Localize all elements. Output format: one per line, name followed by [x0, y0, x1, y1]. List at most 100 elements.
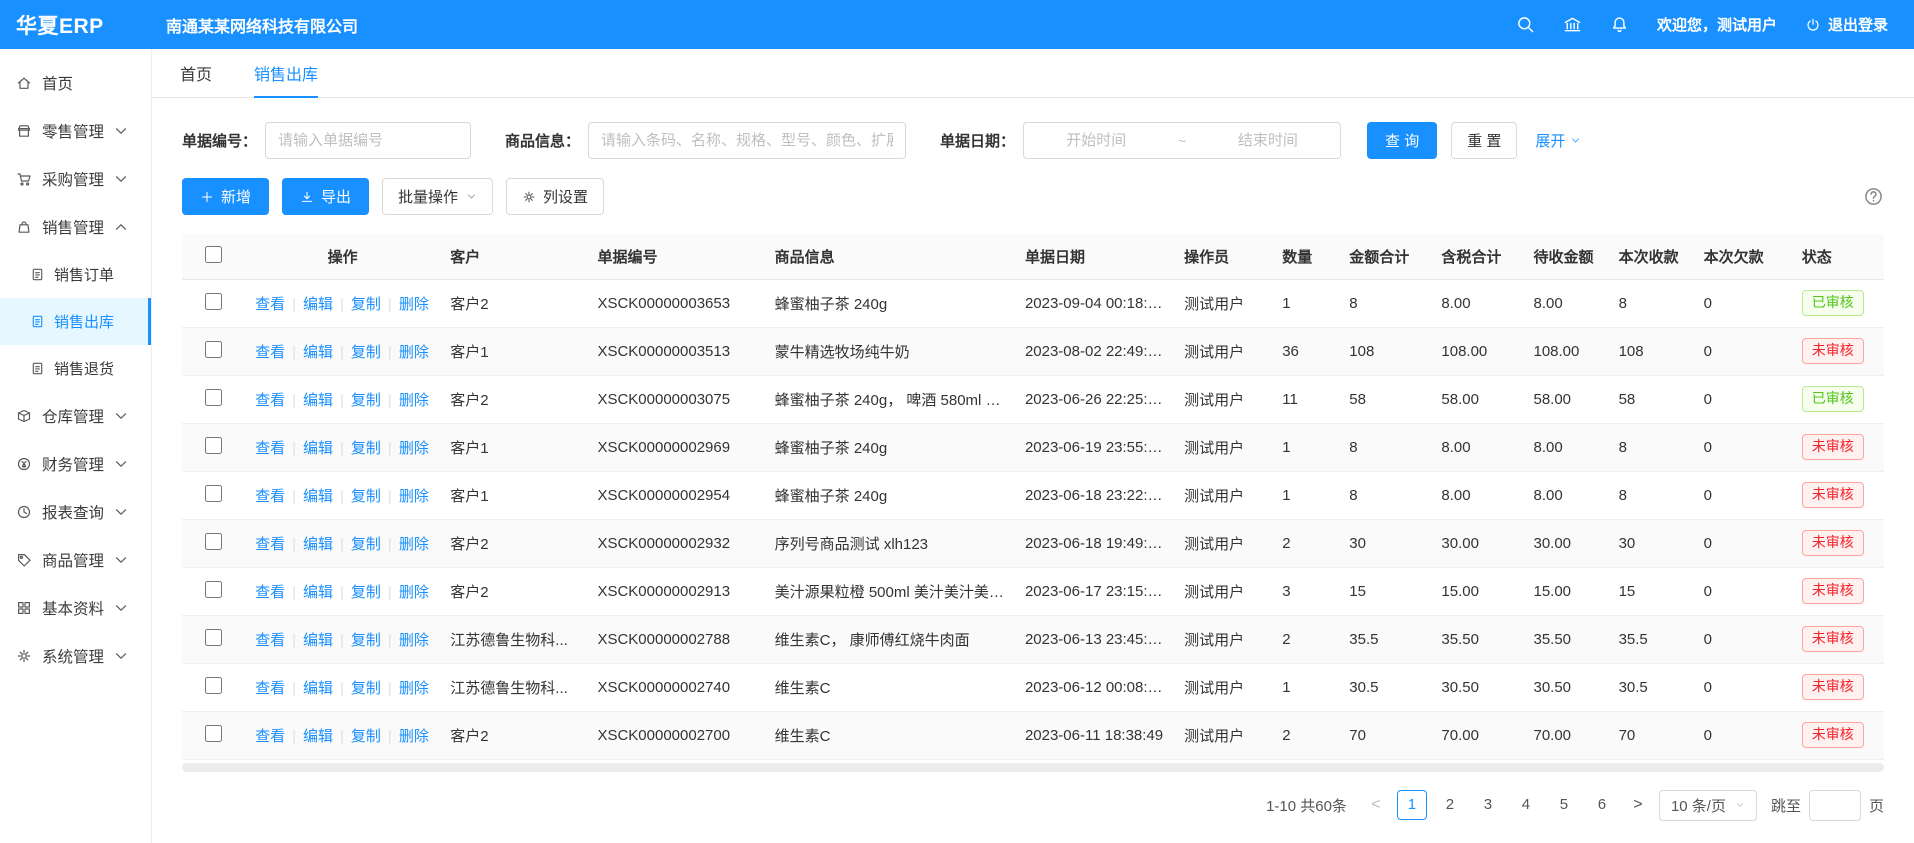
- page-number-2[interactable]: 2: [1435, 790, 1465, 820]
- page-number-3[interactable]: 3: [1473, 790, 1503, 820]
- prev-page-button[interactable]: <: [1363, 796, 1389, 814]
- row-op-view[interactable]: 查看: [255, 440, 285, 457]
- row-op-delete[interactable]: 删除: [399, 488, 429, 505]
- cell-amount-tax: 8.00: [1431, 471, 1523, 519]
- row-op-edit[interactable]: 编辑: [303, 584, 333, 601]
- row-op-view[interactable]: 查看: [255, 488, 285, 505]
- help-icon[interactable]: [1863, 186, 1884, 207]
- row-op-copy[interactable]: 复制: [351, 296, 381, 313]
- row-checkbox[interactable]: [205, 437, 222, 454]
- row-op-delete[interactable]: 删除: [399, 728, 429, 745]
- cell-qty: 1: [1272, 471, 1339, 519]
- op-separator: |: [340, 344, 344, 361]
- row-checkbox[interactable]: [205, 581, 222, 598]
- sidebar-item-purchase[interactable]: 采购管理: [0, 155, 151, 203]
- batch-actions-button[interactable]: 批量操作: [382, 178, 493, 215]
- column-settings-button[interactable]: 列设置: [506, 178, 604, 215]
- row-op-delete[interactable]: 删除: [399, 584, 429, 601]
- row-checkbox[interactable]: [205, 725, 222, 742]
- row-checkbox[interactable]: [205, 485, 222, 502]
- row-op-view[interactable]: 查看: [255, 584, 285, 601]
- reset-button[interactable]: 重 置: [1451, 122, 1517, 159]
- row-op-edit[interactable]: 编辑: [303, 392, 333, 409]
- row-op-delete[interactable]: 删除: [399, 536, 429, 553]
- row-op-edit[interactable]: 编辑: [303, 440, 333, 457]
- bill-no-input[interactable]: [265, 122, 471, 159]
- row-op-copy[interactable]: 复制: [351, 536, 381, 553]
- select-all-checkbox[interactable]: [205, 246, 222, 263]
- row-op-view[interactable]: 查看: [255, 536, 285, 553]
- row-op-view[interactable]: 查看: [255, 392, 285, 409]
- row-op-delete[interactable]: 删除: [399, 440, 429, 457]
- sidebar-item-goods[interactable]: 商品管理: [0, 536, 151, 584]
- sidebar-item-warehouse[interactable]: 仓库管理: [0, 392, 151, 440]
- row-op-copy[interactable]: 复制: [351, 488, 381, 505]
- row-op-edit[interactable]: 编辑: [303, 632, 333, 649]
- row-op-view[interactable]: 查看: [255, 344, 285, 361]
- bell-icon[interactable]: [1610, 15, 1629, 34]
- page-number-4[interactable]: 4: [1511, 790, 1541, 820]
- sidebar-subitem-sales-return[interactable]: 销售退货: [0, 345, 151, 392]
- row-op-edit[interactable]: 编辑: [303, 680, 333, 697]
- page-number-1[interactable]: 1: [1397, 790, 1427, 820]
- jump-page-input[interactable]: [1809, 790, 1861, 821]
- row-op-copy[interactable]: 复制: [351, 632, 381, 649]
- cell-debt: 0: [1694, 615, 1792, 663]
- row-op-view[interactable]: 查看: [255, 632, 285, 649]
- row-op-copy[interactable]: 复制: [351, 344, 381, 361]
- row-op-delete[interactable]: 删除: [399, 296, 429, 313]
- sidebar-subitem-sales-outbound[interactable]: 销售出库: [0, 298, 151, 345]
- row-op-edit[interactable]: 编辑: [303, 296, 333, 313]
- search-icon[interactable]: [1516, 15, 1535, 34]
- date-start-input[interactable]: [1034, 132, 1158, 149]
- product-info-input[interactable]: [588, 122, 906, 159]
- page-number-5[interactable]: 5: [1549, 790, 1579, 820]
- row-op-edit[interactable]: 编辑: [303, 344, 333, 361]
- row-op-copy[interactable]: 复制: [351, 728, 381, 745]
- row-op-edit[interactable]: 编辑: [303, 728, 333, 745]
- row-checkbox[interactable]: [205, 389, 222, 406]
- op-separator: |: [388, 680, 392, 697]
- sidebar-item-sales[interactable]: 销售管理: [0, 203, 151, 251]
- row-op-copy[interactable]: 复制: [351, 584, 381, 601]
- platform-icon[interactable]: [1563, 15, 1582, 34]
- sidebar-item-report[interactable]: 报表查询: [0, 488, 151, 536]
- row-op-edit[interactable]: 编辑: [303, 488, 333, 505]
- date-end-input[interactable]: [1206, 132, 1330, 149]
- sidebar-item-system[interactable]: 系统管理: [0, 632, 151, 680]
- sidebar-item-home[interactable]: 首页: [0, 59, 151, 107]
- row-op-view[interactable]: 查看: [255, 680, 285, 697]
- export-button[interactable]: 导出: [282, 178, 369, 215]
- row-op-edit[interactable]: 编辑: [303, 536, 333, 553]
- expand-link[interactable]: 展开: [1535, 130, 1581, 151]
- row-op-view[interactable]: 查看: [255, 728, 285, 745]
- row-op-delete[interactable]: 删除: [399, 680, 429, 697]
- tab-sales-outbound[interactable]: 销售出库: [254, 49, 318, 97]
- tab-home[interactable]: 首页: [180, 49, 212, 97]
- next-page-button[interactable]: >: [1625, 796, 1651, 814]
- row-checkbox[interactable]: [205, 629, 222, 646]
- row-op-delete[interactable]: 删除: [399, 632, 429, 649]
- row-checkbox[interactable]: [205, 677, 222, 694]
- row-checkbox[interactable]: [205, 533, 222, 550]
- row-checkbox[interactable]: [205, 341, 222, 358]
- row-op-copy[interactable]: 复制: [351, 392, 381, 409]
- sidebar-item-basedata[interactable]: 基本资料: [0, 584, 151, 632]
- date-range-picker[interactable]: ~: [1023, 122, 1341, 159]
- sidebar-item-retail[interactable]: 零售管理: [0, 107, 151, 155]
- horizontal-scrollbar[interactable]: [182, 763, 1884, 772]
- logout-button[interactable]: 退出登录: [1805, 14, 1888, 35]
- sidebar-subitem-sales-order[interactable]: 销售订单: [0, 251, 151, 298]
- row-op-copy[interactable]: 复制: [351, 440, 381, 457]
- row-op-delete[interactable]: 删除: [399, 392, 429, 409]
- row-op-copy[interactable]: 复制: [351, 680, 381, 697]
- sidebar-item-finance[interactable]: 财务管理: [0, 440, 151, 488]
- page-number-6[interactable]: 6: [1587, 790, 1617, 820]
- table-row: 查看|编辑|复制|删除江苏德鲁生物科...XSCK00000002740维生素C…: [182, 663, 1884, 711]
- add-button[interactable]: 新增: [182, 178, 269, 215]
- row-checkbox[interactable]: [205, 293, 222, 310]
- row-op-view[interactable]: 查看: [255, 296, 285, 313]
- page-size-select[interactable]: 10 条/页: [1659, 790, 1757, 821]
- row-op-delete[interactable]: 删除: [399, 344, 429, 361]
- search-button[interactable]: 查 询: [1367, 122, 1437, 159]
